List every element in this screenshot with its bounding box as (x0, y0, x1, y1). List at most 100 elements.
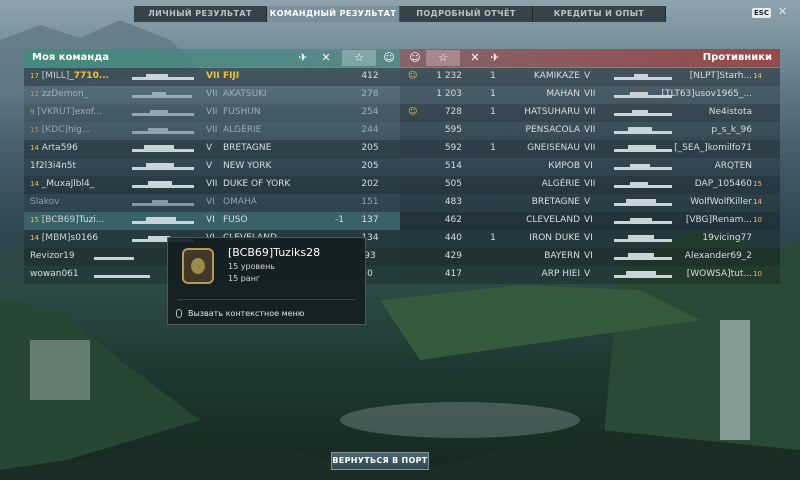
ship-tier: V (584, 197, 591, 207)
ship-silhouette-icon (132, 91, 194, 99)
context-menu-hint: Вызвать контекстное меню (188, 309, 305, 318)
table-row[interactable]: 592 1 GNEISENAU VII [_SEA_]komilfo71 (400, 140, 780, 158)
ship-tier: V (206, 161, 213, 171)
ship-name: ALGÉRIE (541, 179, 580, 189)
player-name: [TLT63]usov1965_... (661, 89, 752, 99)
divider (178, 299, 355, 300)
ship-name: NEW YORK (223, 161, 272, 171)
experience-value: 244 (361, 125, 379, 135)
smile-icon: ☺ (408, 107, 418, 117)
crossed-plane-icon: ✕ (470, 51, 480, 64)
ship-name: FUSHUN (223, 107, 261, 117)
table-row[interactable]: 1 203 1 MAHAN VII [TLT63]usov1965_... (400, 86, 780, 104)
table-row[interactable]: 440 1 IRON DUKE VI 19vicing77 (400, 230, 780, 248)
ship-silhouette-icon (614, 181, 676, 189)
table-row[interactable]: 15 [KDC]hig... VII ALGÉRIE 244 (24, 122, 400, 140)
ship-name: KAMIKAZE (533, 71, 580, 81)
ship-tier: VII (584, 179, 596, 189)
ship-silhouette-icon (614, 109, 676, 117)
tab-personal-result[interactable]: ЛИЧНЫЙ РЕЗУЛЬТАТ (134, 6, 267, 22)
ship-silhouette-icon (614, 163, 676, 171)
ship-silhouette-icon (132, 199, 194, 207)
experience-value: 205 (361, 161, 379, 171)
table-row[interactable]: 505 ALGÉRIE VII DAP_105460 15 (400, 176, 780, 194)
enemy-team-list: ☺ 1 232 1 KAMIKAZE V [NLPT]Starh... 14 1… (400, 68, 780, 284)
table-row[interactable]: 1f2l3i4n5t V NEW YORK 205 (24, 158, 400, 176)
tooltip-player-level: 15 уровень (228, 262, 276, 271)
ship-name: КИРОВ (548, 161, 580, 171)
player-name: [_SEA_]komilfo71 (674, 143, 752, 153)
ship-name: ARP HIEI (541, 269, 580, 279)
table-row[interactable]: 514 КИРОВ VI ARQTEN (400, 158, 780, 176)
player-rank: 10 (753, 270, 762, 278)
ship-tier: V (584, 71, 591, 81)
table-row[interactable]: Slakov VI OMAHA 151 (24, 194, 400, 212)
table-row[interactable]: 462 CLEVELAND VI [VBG]Renam... 10 (400, 212, 780, 230)
player-name: Alexander69_2 (684, 251, 752, 261)
smile-icon: ☺ (408, 71, 418, 81)
ship-silhouette-icon (94, 271, 156, 279)
mouse-icon (176, 309, 182, 318)
player-name: 15 [BCB69]Tuzi... (30, 215, 105, 225)
experience-value: 505 (444, 179, 462, 189)
experience-value: 440 (444, 233, 462, 243)
experience-value: 137 (361, 215, 379, 225)
experience-value: 417 (444, 269, 462, 279)
tooltip-player-name: [BCB69]Tuziks28 (228, 246, 321, 259)
experience-value: 592 (444, 143, 462, 153)
player-name: 12 zzDemon_ (30, 89, 89, 99)
player-tooltip: [BCB69]Tuziks28 15 уровень 15 ранг Вызва… (167, 237, 366, 325)
ship-silhouette-icon (132, 145, 194, 153)
ship-name: BAYERN (544, 251, 580, 261)
table-row[interactable]: 9 [VKRUT]exof... VII FUSHUN 254 (24, 104, 400, 122)
tab-credits-and-exp[interactable]: КРЕДИТЫ И ОПЫТ (533, 6, 666, 22)
table-row[interactable]: 12 zzDemon_ VII AKATSUKI 278 (24, 86, 400, 104)
player-name: 15 [KDC]hig... (30, 125, 91, 135)
experience-value: 278 (361, 89, 379, 99)
table-row-selected[interactable]: 15 [BCB69]Tuzi... VI FUSO -1 137 (24, 212, 400, 230)
ship-silhouette-icon (132, 73, 194, 81)
ship-tier: VII (206, 179, 218, 189)
close-icon[interactable]: ✕ (778, 5, 787, 18)
ship-tier: VII (584, 89, 596, 99)
player-rank: 14 (753, 72, 762, 80)
my-team-header: Моя команда ✈ ✕ ☆ ☺ (24, 49, 400, 67)
ship-name: AKATSUKI (223, 89, 267, 99)
enemy-team-header: ☺ ☆ ✕ ✈ Противники (400, 49, 780, 67)
player-name: 14 _MuxaJlbl4_ (30, 179, 95, 189)
player-name: 17 [MILL]_7710... (30, 71, 110, 81)
ship-silhouette-icon (614, 145, 676, 153)
table-row[interactable]: ☺ 1 232 1 KAMIKAZE V [NLPT]Starh... 14 (400, 68, 780, 86)
table-row[interactable]: 417 ARP HIEI V [WOWSA]tut... 10 (400, 266, 780, 284)
return-to-port-button[interactable]: ВЕРНУТЬСЯ В ПОРТ (331, 452, 429, 470)
table-row[interactable]: 17 [MILL]_7710... VII FIJI 412 (24, 68, 400, 86)
table-row[interactable]: 483 BRETAGNE V WolfWolfKiller 14 (400, 194, 780, 212)
player-name: 1f2l3i4n5t (30, 161, 77, 171)
player-name: Ne4istota (708, 107, 752, 117)
ship-name: DUKE OF YORK (223, 179, 291, 189)
player-name: [VBG]Renam... (685, 215, 752, 225)
table-row[interactable]: 14 _MuxaJlbl4_ VII DUKE OF YORK 202 (24, 176, 400, 194)
experience-value: 1 232 (436, 71, 462, 81)
tab-detailed-report[interactable]: ПОДРОБНЫЙ ОТЧЁТ (400, 6, 533, 22)
experience-value: 514 (444, 161, 462, 171)
player-name: WolfWolfKiller (690, 197, 752, 207)
tab-team-result[interactable]: КОМАНДНЫЙ РЕЗУЛЬТАТ (267, 6, 400, 22)
ship-tier: V (206, 143, 213, 153)
table-row[interactable]: 14 Arta596 V BRETAGNE 205 (24, 140, 400, 158)
table-row[interactable]: 595 PENSACOLA VII p_s_k_96 (400, 122, 780, 140)
experience-value: 1 203 (436, 89, 462, 99)
player-name: [NLPT]Starh... (689, 71, 752, 81)
enemy-team-title: Противники (702, 52, 772, 63)
ship-silhouette-icon (132, 217, 194, 225)
ship-tier: VI (584, 251, 593, 261)
ship-tier: VII (584, 107, 596, 117)
ship-name: BRETAGNE (531, 197, 580, 207)
tooltip-player-rank: 15 ранг (228, 274, 261, 283)
ship-name: MAHAN (546, 89, 580, 99)
table-row[interactable]: ☺ 728 1 HATSUHARU VII Ne4istota (400, 104, 780, 122)
ship-tier: VII (206, 89, 218, 99)
table-row[interactable]: 429 BAYERN VI Alexander69_2 (400, 248, 780, 266)
ship-silhouette-icon (614, 199, 676, 207)
player-name: DAP_105460 (694, 179, 752, 189)
